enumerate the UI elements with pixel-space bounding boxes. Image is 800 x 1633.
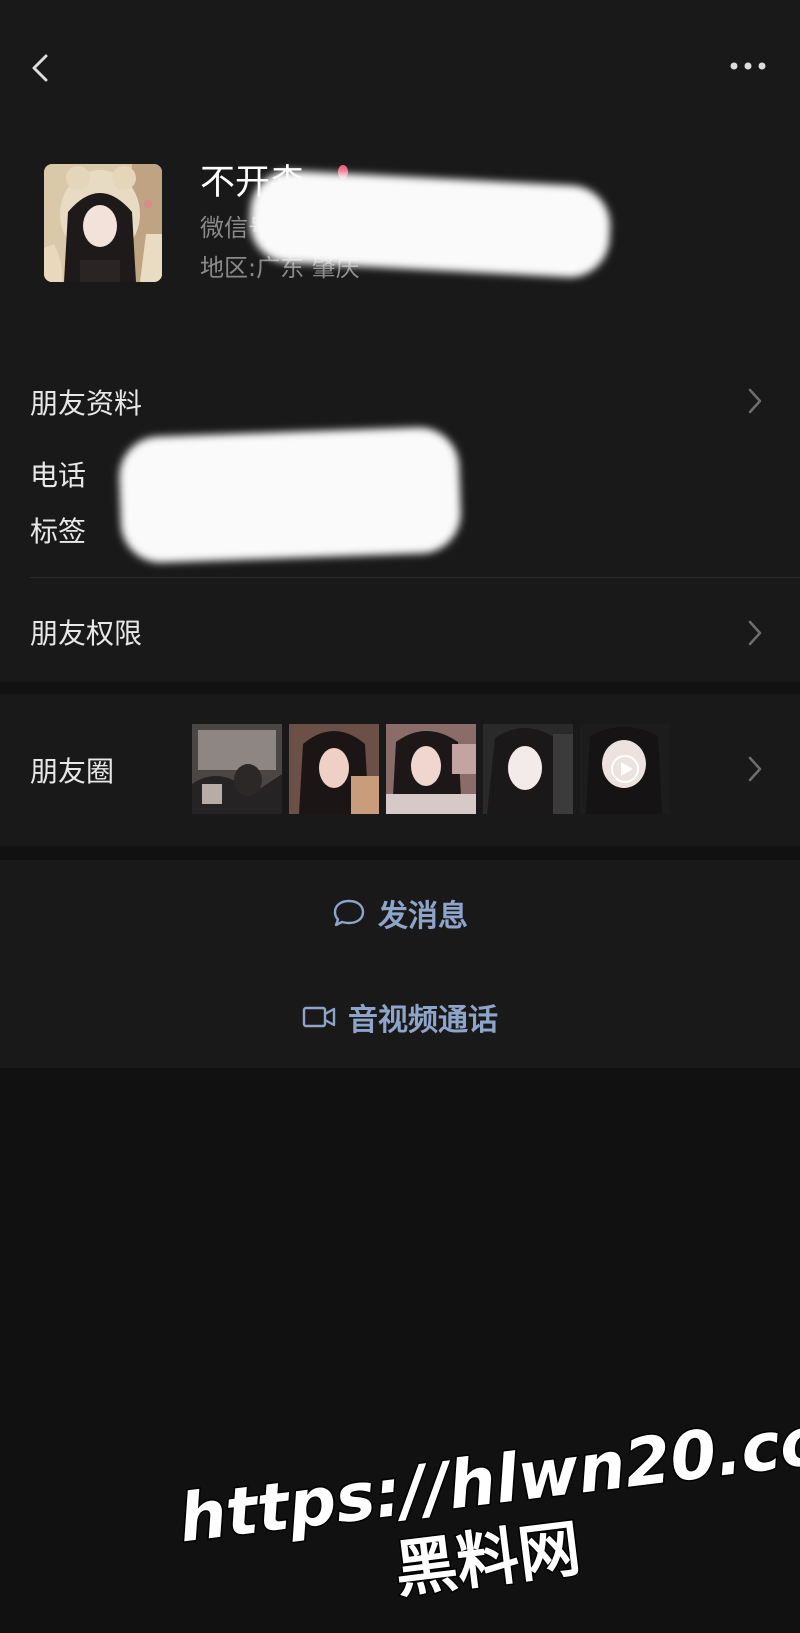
back-button[interactable] — [22, 48, 62, 88]
send-message-label: 发消息 — [378, 899, 468, 934]
avatar[interactable] — [44, 164, 162, 282]
section-gap — [0, 846, 800, 860]
nav-bar — [0, 30, 800, 100]
friend-permissions-label: 朋友权限 — [30, 617, 143, 650]
tag-label: 标签 — [30, 515, 87, 548]
watermark: https://hlwn20.com 黑料网 — [173, 1405, 800, 1605]
divider — [30, 577, 800, 578]
moments-thumbnails — [192, 724, 670, 814]
chevron-right-icon — [748, 388, 762, 414]
chevron-left-icon — [32, 54, 48, 82]
send-message-button[interactable]: 发消息 — [0, 868, 800, 958]
friend-permissions-row[interactable]: 朋友权限 — [0, 592, 800, 674]
moment-thumbnail[interactable] — [580, 724, 670, 814]
friend-info-row[interactable]: 朋友资料 — [0, 370, 800, 432]
moments-label: 朋友圈 — [30, 755, 115, 788]
video-camera-icon — [302, 1006, 336, 1028]
more-dots-icon — [730, 62, 766, 70]
section-gap — [0, 682, 800, 694]
profile-header: 不开森 微信号 地区:广东 肇庆 — [0, 150, 800, 300]
phone-label: 电话 — [30, 459, 87, 492]
video-call-content: 音视频通话 — [0, 972, 800, 1062]
video-call-label: 音视频通话 — [348, 1003, 498, 1038]
moment-thumbnail[interactable] — [289, 724, 379, 814]
moment-thumbnail[interactable] — [192, 724, 282, 814]
video-call-button[interactable]: 音视频通话 — [0, 972, 800, 1062]
chat-bubble-icon — [333, 899, 365, 927]
moment-thumbnail[interactable] — [483, 724, 573, 814]
chevron-right-icon — [748, 756, 762, 782]
friend-info-label: 朋友资料 — [30, 387, 143, 420]
region-label: 地区: — [200, 254, 257, 282]
send-message-content: 发消息 — [0, 868, 800, 958]
moment-thumbnail[interactable] — [386, 724, 476, 814]
avatar-image — [44, 164, 162, 282]
chevron-right-icon — [748, 620, 762, 646]
redaction-mark-id — [247, 168, 613, 280]
more-button[interactable] — [724, 48, 772, 84]
redaction-mark-phone — [117, 426, 463, 564]
